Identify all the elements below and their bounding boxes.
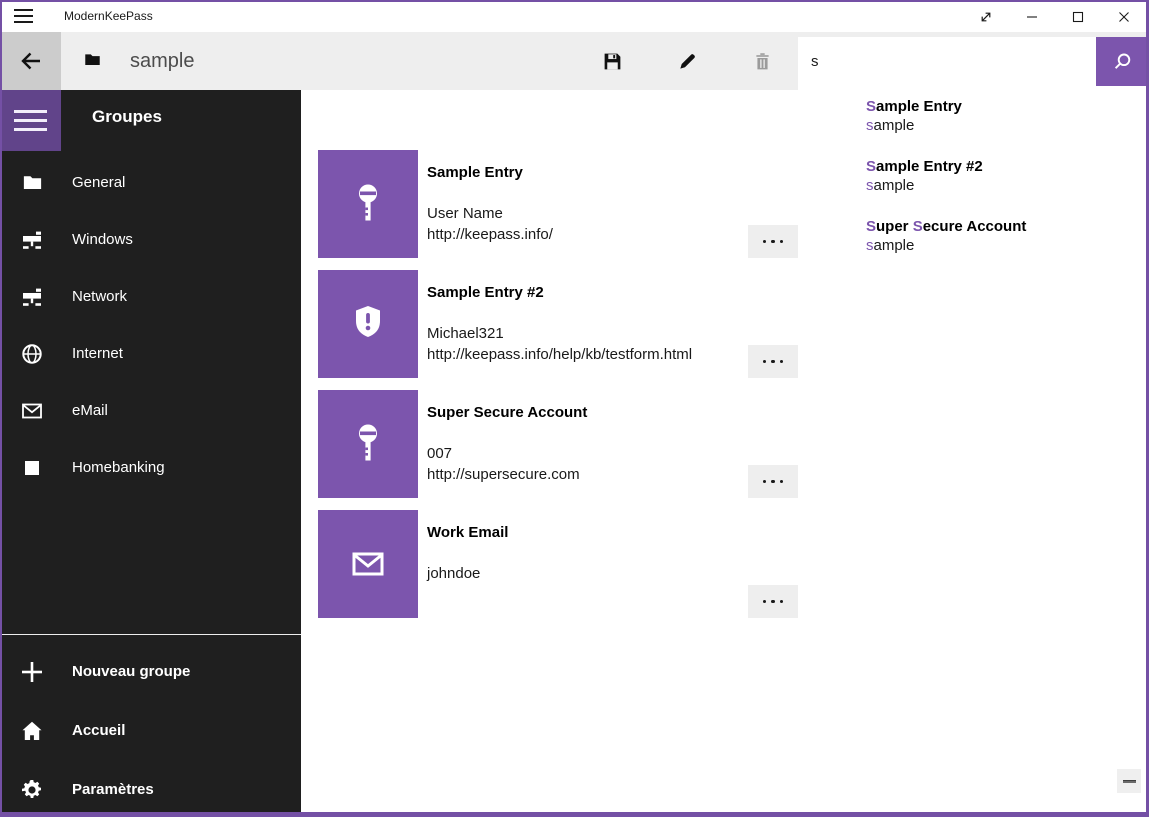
maximize-icon [1070,9,1086,25]
fullscreen-button[interactable] [963,2,1009,32]
entry-url: http://keepass.info/ [427,226,553,243]
sidebar-item-windows[interactable]: Windows [0,211,301,268]
zoom-out-button[interactable] [1117,769,1141,793]
entry-tile [318,270,418,378]
maximize-button[interactable] [1055,2,1101,32]
sidebar-item-homebanking[interactable]: Homebanking [0,439,301,496]
group-list: General Windows Network Internet eMail H… [0,154,301,496]
commandbar: sample [0,32,1149,90]
search-input[interactable] [798,37,1096,86]
more-button[interactable] [748,345,798,378]
mail-icon [20,399,44,423]
caption-buttons [963,2,1147,32]
search-suggestions: Sample Entry sample Sample Entry #2 samp… [798,86,1147,276]
sidebar-footer: Nouveau groupe Accueil Paramètres [0,642,301,817]
home-icon [20,719,44,743]
magnifier-icon [1112,52,1132,72]
entry-title: Work Email [427,524,508,541]
database-icon [84,52,101,72]
entry-username: User Name [427,205,503,222]
entry-row-sample-entry-2[interactable]: Sample Entry #2 Michael321 http://keepas… [318,270,838,378]
close-button[interactable] [1101,2,1147,32]
more-button[interactable] [748,585,798,618]
entry-row-super-secure-account[interactable]: Super Secure Account 007 http://supersec… [318,390,838,498]
sidebar-item-email[interactable]: eMail [0,382,301,439]
suggestion-subtitle: sample [866,236,1147,256]
entry-row-sample-entry[interactable]: Sample Entry User Name http://keepass.in… [318,150,838,258]
entry-tile [318,150,418,258]
delete-button[interactable] [738,32,786,90]
edit-button[interactable] [663,32,711,90]
key-icon [344,420,392,468]
suggestion-subtitle: sample [866,176,1147,196]
save-icon [602,51,623,72]
entry-tile [318,510,418,618]
titlebar-hamburger-icon[interactable] [14,9,33,23]
minimize-button[interactable] [1009,2,1055,32]
gear-icon [20,778,44,802]
sidebar-item-label: General [72,174,125,191]
sidebar-item-label: Nouveau groupe [72,663,190,680]
app-window: ModernKeePass sample [0,0,1149,817]
globe-icon [20,342,44,366]
sidebar-item-network[interactable]: Network [0,268,301,325]
more-button[interactable] [748,465,798,498]
suggestion-item[interactable]: Sample Entry #2 sample [798,146,1147,206]
sidebar-item-label: Homebanking [72,459,165,476]
entry-url: http://supersecure.com [427,466,580,483]
entry-title: Super Secure Account [427,404,587,421]
close-icon [1116,9,1132,25]
entry-username: johndoe [427,565,480,582]
folder-icon [20,171,44,195]
square-icon [20,456,44,480]
sidebar-item-internet[interactable]: Internet [0,325,301,382]
network-icon [20,228,44,252]
entry-row-work-email[interactable]: Work Email johndoe [318,510,838,618]
search-button[interactable] [1096,37,1147,86]
suggestion-title: Super Secure Account [866,217,1147,236]
groups-heading: Groupes [92,107,162,127]
fullscreen-icon [978,9,994,25]
suggestion-item[interactable]: Super Secure Account sample [798,206,1147,266]
shield-alert-icon [344,300,392,348]
sidebar-item-settings[interactable]: Paramètres [0,760,301,817]
suggestion-title: Sample Entry #2 [866,157,1147,176]
entry-tile [318,390,418,498]
entry-title: Sample Entry #2 [427,284,544,301]
network-icon [20,285,44,309]
back-button[interactable] [0,32,61,90]
key-icon [344,180,392,228]
back-icon [18,48,44,74]
sidebar-item-new-group[interactable]: Nouveau groupe [0,642,301,701]
sidebar-item-label: Network [72,288,127,305]
entry-username: 007 [427,445,452,462]
minimize-icon [1024,9,1040,25]
envelope-icon [344,540,392,588]
sidebar-item-label: eMail [72,402,108,419]
app-title: ModernKeePass [64,0,153,32]
titlebar: ModernKeePass [0,0,1149,32]
delete-icon [752,51,773,72]
minus-icon [1123,780,1136,783]
save-button[interactable] [588,32,636,90]
sidebar-item-label: Accueil [72,722,125,739]
sidebar-divider [0,634,301,635]
suggestion-subtitle: sample [866,116,1147,136]
sidebar-item-general[interactable]: General [0,154,301,211]
more-button[interactable] [748,225,798,258]
suggestion-title: Sample Entry [866,97,1147,116]
entry-url: http://keepass.info/help/kb/testform.htm… [427,346,692,363]
sidebar: Groupes General Windows Network Internet… [0,90,301,812]
entry-username: Michael321 [427,325,504,342]
sidebar-hamburger-button[interactable] [0,90,61,151]
sidebar-item-label: Internet [72,345,123,362]
sidebar-item-label: Windows [72,231,133,248]
database-name: sample [130,32,194,90]
suggestion-item[interactable]: Sample Entry sample [798,86,1147,146]
entry-title: Sample Entry [427,164,523,181]
sidebar-item-label: Paramètres [72,781,154,798]
plus-icon [20,660,44,684]
edit-icon [677,51,698,72]
sidebar-item-home[interactable]: Accueil [0,701,301,760]
